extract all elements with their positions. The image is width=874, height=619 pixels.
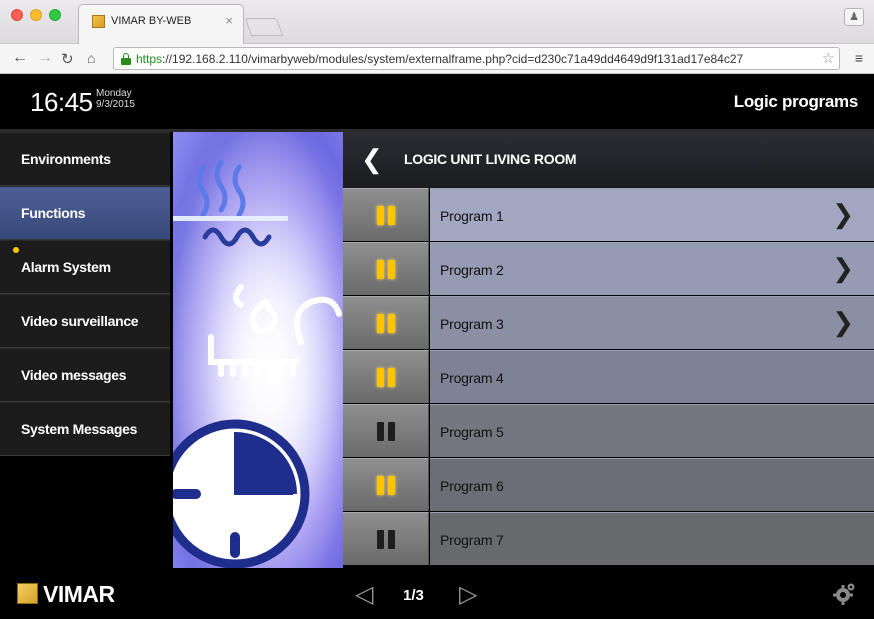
program-toggle-button[interactable] xyxy=(343,242,429,295)
program-label: Program 2 xyxy=(440,262,504,278)
zoom-window-button[interactable] xyxy=(49,9,61,21)
pause-icon xyxy=(377,314,395,333)
sidebar-item-label: System Messages xyxy=(21,421,138,437)
page-indicator: 1/3 xyxy=(403,587,424,604)
tab-title: VIMAR BY-WEB xyxy=(111,15,192,27)
sidebar-item-video-surveillance[interactable]: Video surveillance xyxy=(0,294,170,348)
home-icon[interactable]: ⌂ xyxy=(87,50,95,66)
program-row-body[interactable]: Program 6 xyxy=(430,458,874,511)
program-row: Program 1 ❯ xyxy=(343,188,874,241)
panel-header: ❮ LOGIC UNIT LIVING ROOM xyxy=(343,132,874,188)
functions-illustration xyxy=(173,132,343,568)
forward-arrow-icon[interactable]: → xyxy=(37,49,53,67)
program-row: Program 4 xyxy=(343,350,874,403)
sidebar-item-system-messages[interactable]: System Messages xyxy=(0,402,170,456)
app-footer: VIMAR ◁ 1/3 ▷ xyxy=(0,568,874,619)
program-toggle-button[interactable] xyxy=(343,458,429,511)
pause-icon xyxy=(377,530,395,549)
alert-dot-icon xyxy=(13,247,19,253)
program-row: Program 3 ❯ xyxy=(343,296,874,349)
browser-toolbar: ← → ↻ ⌂ https://192.168.2.110/vimarbyweb… xyxy=(0,44,874,74)
timer-clock-icon xyxy=(173,419,310,568)
pause-icon xyxy=(377,206,395,225)
program-label: Program 3 xyxy=(440,316,504,332)
sidebar-item-environments[interactable]: Environments xyxy=(0,132,170,186)
chevron-right-icon[interactable]: ❯ xyxy=(832,307,854,338)
program-row: Program 5 xyxy=(343,404,874,457)
lock-icon xyxy=(121,53,131,65)
sidebar-item-video-messages[interactable]: Video messages xyxy=(0,348,170,402)
browser-tabstrip: VIMAR BY-WEB × ♟ xyxy=(0,0,874,44)
pause-icon xyxy=(377,368,395,387)
program-label: Program 5 xyxy=(440,424,504,440)
pause-icon xyxy=(377,422,395,441)
functions-illustration-svg xyxy=(173,132,343,568)
date-label: 9/3/2015 xyxy=(96,99,135,110)
bookmark-star-icon[interactable]: ☆ xyxy=(822,49,835,67)
back-arrow-icon[interactable]: ← xyxy=(12,49,28,67)
program-label: Program 7 xyxy=(440,532,504,548)
reload-icon[interactable]: ↻ xyxy=(61,50,74,68)
page-title: Logic programs xyxy=(733,92,859,111)
brand-logo-text: VIMAR xyxy=(43,581,115,607)
sidebar: Environments Functions Alarm System Video s… xyxy=(0,132,172,568)
date-block: Monday 9/3/2015 xyxy=(96,88,135,110)
url-scheme: https xyxy=(136,52,163,66)
program-row: Program 6 xyxy=(343,458,874,511)
close-window-button[interactable] xyxy=(11,9,23,21)
url-path: ://192.168.2.110/vimarbyweb/modules/syst… xyxy=(162,52,744,66)
sidebar-item-functions[interactable]: Functions xyxy=(0,186,170,240)
programs-panel: ❮ LOGIC UNIT LIVING ROOM Program 1 ❯ Progr… xyxy=(343,132,874,568)
vimar-logo-icon xyxy=(17,583,38,604)
sidebar-item-alarm-system[interactable]: Alarm System xyxy=(0,240,170,294)
program-toggle-button[interactable] xyxy=(343,350,429,403)
minimize-window-button[interactable] xyxy=(30,9,42,21)
sidebar-item-label: Environments xyxy=(21,151,111,167)
program-row-body[interactable]: Program 2 ❯ xyxy=(430,242,874,295)
pause-icon xyxy=(377,476,395,495)
sidebar-item-label: Functions xyxy=(21,205,86,221)
tab-close-icon[interactable]: × xyxy=(225,13,233,28)
program-toggle-button[interactable] xyxy=(343,512,429,565)
profile-icon[interactable]: ♟ xyxy=(844,8,864,26)
app-header: 16:45 Monday 9/3/2015 Logic programs xyxy=(0,75,874,129)
program-toggle-button[interactable] xyxy=(343,188,429,241)
sidebar-item-label: Alarm System xyxy=(21,259,111,275)
back-chevron-icon[interactable]: ❮ xyxy=(361,144,383,175)
browser-tab[interactable]: VIMAR BY-WEB × xyxy=(78,4,244,44)
program-row-body[interactable]: Program 4 xyxy=(430,350,874,403)
program-toggle-button[interactable] xyxy=(343,296,429,349)
browser-menu-icon[interactable]: ≡ xyxy=(855,50,863,66)
program-row-body[interactable]: Program 1 ❯ xyxy=(430,188,874,241)
panel-title: LOGIC UNIT LIVING ROOM xyxy=(404,151,577,167)
settings-gear-icon[interactable] xyxy=(832,582,856,606)
day-label: Monday xyxy=(96,88,132,99)
pause-icon xyxy=(377,260,395,279)
new-tab-button[interactable] xyxy=(244,18,284,36)
chevron-right-icon[interactable]: ❯ xyxy=(832,253,854,284)
clock-time: 16:45 xyxy=(30,87,93,117)
sidebar-item-label: Video surveillance xyxy=(21,313,139,329)
program-label: Program 4 xyxy=(440,370,504,386)
address-bar[interactable]: https://192.168.2.110/vimarbyweb/modules… xyxy=(113,47,840,70)
url-text[interactable]: https://192.168.2.110/vimarbyweb/modules… xyxy=(136,52,743,66)
program-toggle-button[interactable] xyxy=(343,404,429,457)
chevron-right-icon[interactable]: ❯ xyxy=(832,199,854,230)
program-row: Program 7 xyxy=(343,512,874,565)
previous-page-icon[interactable]: ◁ xyxy=(355,580,373,609)
program-row-body[interactable]: Program 5 xyxy=(430,404,874,457)
program-label: Program 1 xyxy=(440,208,504,224)
vimar-favicon-icon xyxy=(92,15,105,28)
program-row: Program 2 ❯ xyxy=(343,242,874,295)
program-row-body[interactable]: Program 3 ❯ xyxy=(430,296,874,349)
next-page-icon[interactable]: ▷ xyxy=(459,580,477,609)
sidebar-item-label: Video messages xyxy=(21,367,127,383)
program-label: Program 6 xyxy=(440,478,504,494)
program-row-body[interactable]: Program 7 xyxy=(430,512,874,565)
